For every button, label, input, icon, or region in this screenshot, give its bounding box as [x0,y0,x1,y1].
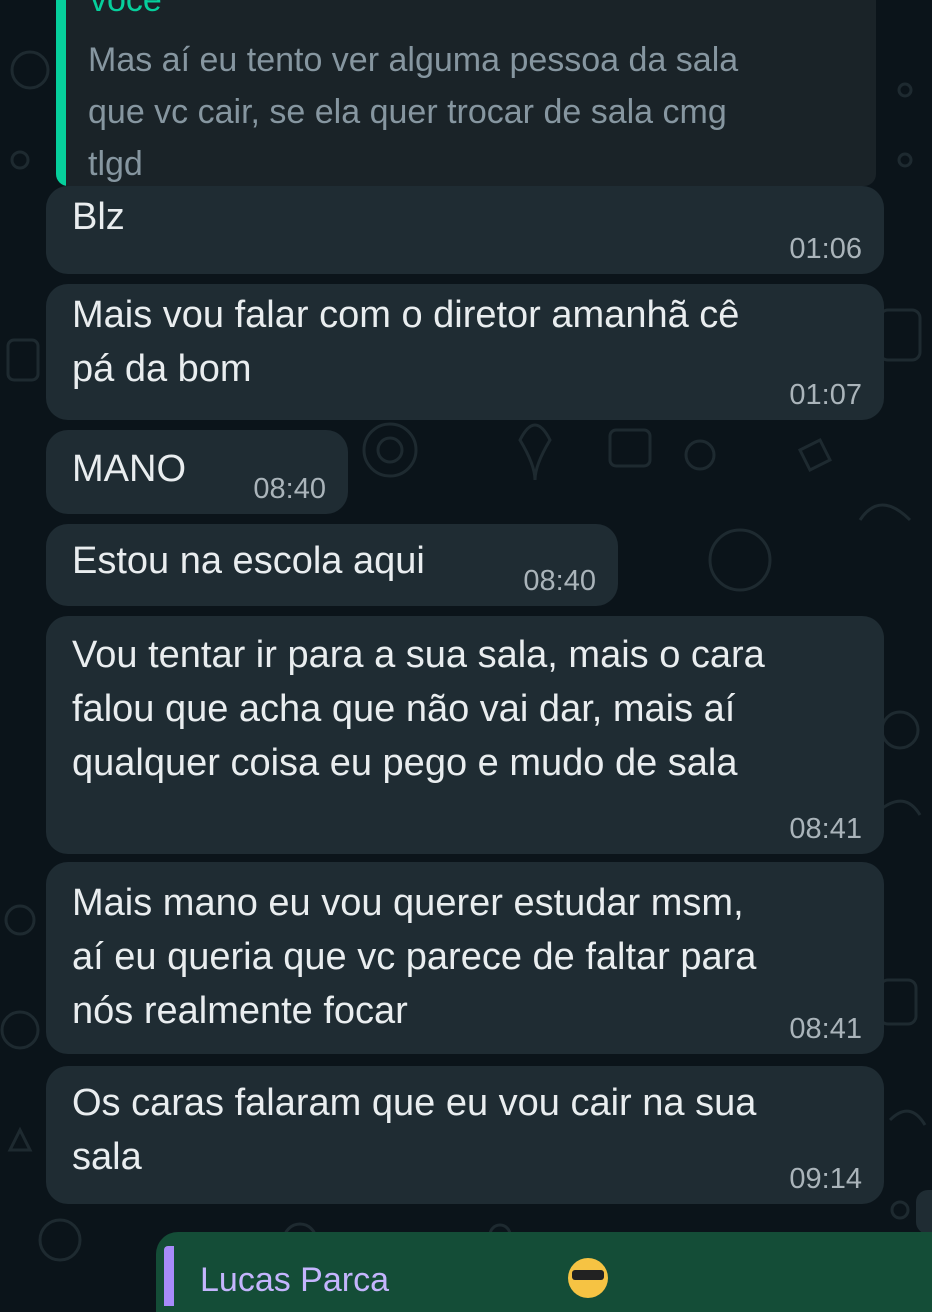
message-bubble[interactable]: Mais vou falar com o diretor amanhã cê p… [46,284,884,420]
message-bubble[interactable]: Os caras falaram que eu vou cair na sua … [46,1066,884,1204]
quote-accent-bar [56,0,66,186]
message-text: Vou tentar ir para a sua sala, mais o ca… [72,634,765,784]
message-timestamp: 08:40 [523,565,596,597]
message-bubble[interactable]: Mais mano eu vou querer estudar msm, aí … [46,862,884,1054]
message-text: Blz [72,196,125,238]
scroll-to-bottom-button[interactable] [916,1190,932,1234]
outgoing-message-bubble[interactable]: Lucas Parca [156,1232,932,1312]
quote-accent-bar [164,1246,174,1306]
message-text: MANO [72,448,186,490]
message-timestamp: 08:40 [253,473,326,505]
message-bubble[interactable]: Estou na escola aqui 08:40 [46,524,618,606]
message-text: Os caras falaram que eu vou cair na sua … [72,1082,757,1178]
message-timestamp: 01:06 [789,233,862,265]
sunglasses-emoji-icon [568,1258,608,1298]
message-text: Mais vou falar com o diretor amanhã cê p… [72,294,740,390]
message-timestamp: 09:14 [789,1163,862,1195]
quote-author: você [90,0,162,19]
quote-text: Mas aí eu tento ver alguma pessoa da sal… [88,41,739,183]
message-text: Mais mano eu vou querer estudar msm, aí … [72,882,757,1032]
message-timestamp: 01:07 [789,379,862,411]
message-bubble[interactable]: Vou tentar ir para a sua sala, mais o ca… [46,616,884,854]
quoted-message[interactable]: você Mas aí eu tento ver alguma pessoa d… [56,0,876,186]
message-bubble[interactable]: MANO 08:40 [46,430,348,514]
message-text: Estou na escola aqui [72,540,425,582]
message-timestamp: 08:41 [789,813,862,845]
message-bubble[interactable]: Blz 01:06 [46,186,884,274]
quote-author: Lucas Parca [200,1261,389,1299]
message-timestamp: 08:41 [789,1013,862,1045]
